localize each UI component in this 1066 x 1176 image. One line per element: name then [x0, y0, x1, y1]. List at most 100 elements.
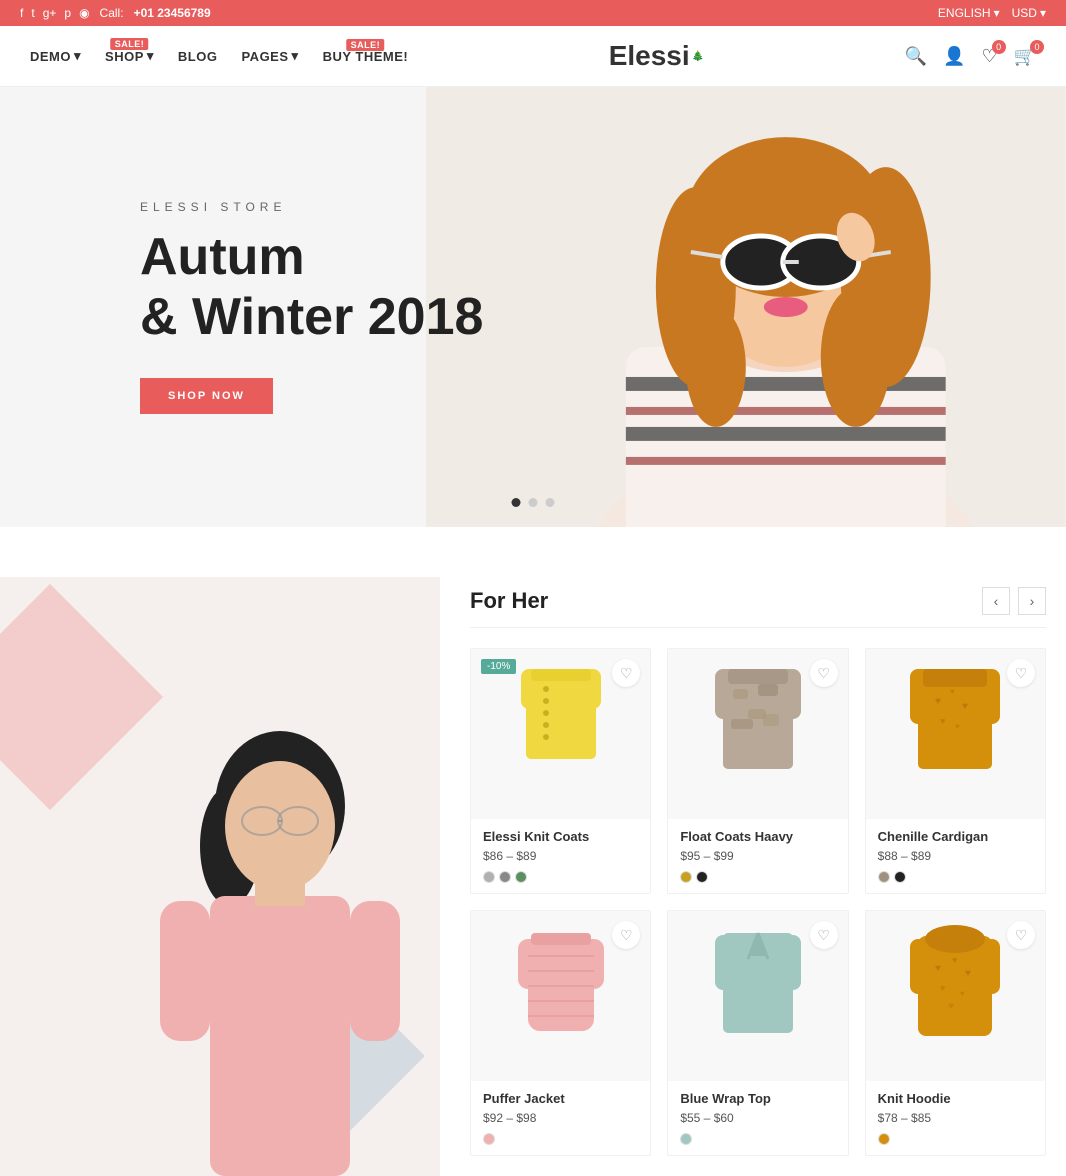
color-swatches-2	[680, 871, 835, 883]
user-icon[interactable]: 👤	[943, 46, 965, 67]
pinterest-icon[interactable]: p	[64, 6, 71, 20]
swatch[interactable]	[878, 871, 890, 883]
product-info-2: Float Coats Haavy $95 – $99	[668, 819, 847, 893]
product-price-6: $78 – $85	[878, 1111, 1033, 1125]
swatch[interactable]	[499, 871, 511, 883]
next-arrow[interactable]: ›	[1018, 587, 1046, 615]
color-swatches-6	[878, 1133, 1033, 1145]
prev-arrow[interactable]: ‹	[982, 587, 1010, 615]
swatch[interactable]	[483, 871, 495, 883]
svg-text:♥: ♥	[935, 963, 941, 974]
cart-count: 0	[1030, 40, 1044, 54]
product-image-5: ♡	[668, 911, 847, 1081]
product-name-1: Elessi Knit Coats	[483, 829, 638, 844]
wishlist-btn-6[interactable]: ♡	[1007, 921, 1035, 949]
product-info-1: Elessi Knit Coats $86 – $89	[471, 819, 650, 893]
product-card-3[interactable]: ♡ ♥ ♥ ♥ ♥ ♥ Chenille Card	[865, 648, 1046, 894]
buy-sale-badge: SALE!	[347, 39, 385, 51]
swatch[interactable]	[680, 1133, 692, 1145]
color-swatches-5	[680, 1133, 835, 1145]
product-price-4: $92 – $98	[483, 1111, 638, 1125]
twitter-icon[interactable]: t	[31, 6, 34, 20]
panel-header: For Her ‹ ›	[470, 587, 1046, 628]
svg-text:♥: ♥	[965, 968, 971, 979]
product-price-2: $95 – $99	[680, 849, 835, 863]
svg-text:♥: ♥	[955, 722, 960, 731]
language-selector[interactable]: ENGLISH ▾	[938, 6, 1000, 20]
nav-item-shop[interactable]: SALE! SHOP ▾	[105, 48, 154, 64]
product-image-6: ♡ ♥ ♥ ♥ ♥ ♥ ♥	[866, 911, 1045, 1081]
nav-item-blog[interactable]: BLOG	[178, 49, 218, 64]
color-swatches-4	[483, 1133, 638, 1145]
top-bar: f t g+ p ◉ Call: +01 23456789 ENGLISH ▾ …	[0, 0, 1066, 26]
dot-1[interactable]	[512, 498, 521, 507]
svg-text:♥: ♥	[952, 955, 957, 965]
nav-item-demo[interactable]: DEMO ▾	[30, 48, 81, 64]
product-info-4: Puffer Jacket $92 – $98	[471, 1081, 650, 1155]
section-gap	[0, 527, 1066, 577]
hero-subtitle: ELESSI STORE	[140, 200, 1066, 214]
product-card-6[interactable]: ♡ ♥ ♥ ♥ ♥ ♥ ♥	[865, 910, 1046, 1156]
search-icon[interactable]: 🔍	[905, 46, 927, 67]
wishlist-icon[interactable]: ♡ 0	[981, 46, 997, 67]
swatch[interactable]	[696, 871, 708, 883]
social-icons: f t g+ p ◉	[20, 6, 90, 20]
swatch[interactable]	[515, 871, 527, 883]
color-swatches-3	[878, 871, 1033, 883]
phone-number[interactable]: +01 23456789	[134, 6, 211, 20]
product-price-5: $55 – $60	[680, 1111, 835, 1125]
wishlist-btn-1[interactable]: ♡	[612, 659, 640, 687]
dot-3[interactable]	[546, 498, 555, 507]
svg-text:♥: ♥	[960, 989, 965, 998]
swatch[interactable]	[483, 1133, 495, 1145]
product-image-1: -10% ♡	[471, 649, 650, 819]
swatch[interactable]	[878, 1133, 890, 1145]
nav-right: 🔍 👤 ♡ 0 🛒 0	[905, 46, 1036, 67]
product-card-1[interactable]: -10% ♡ Elessi Knit Coat	[470, 648, 651, 894]
product-card-5[interactable]: ♡ Blue Wrap Top $55 – $60	[667, 910, 848, 1156]
hero-slider: ELESSI STORE Autum & Winter 2018 SHOP NO…	[0, 87, 1066, 527]
currency-chevron-icon: ▾	[1040, 6, 1046, 20]
product-image-2: ♡	[668, 649, 847, 819]
dot-2[interactable]	[529, 498, 538, 507]
facebook-icon[interactable]: f	[20, 6, 23, 20]
product-info-6: Knit Hoodie $78 – $85	[866, 1081, 1045, 1155]
product-image-4: ♡	[471, 911, 650, 1081]
lang-currency: ENGLISH ▾ USD ▾	[938, 6, 1046, 20]
product-name-5: Blue Wrap Top	[680, 1091, 835, 1106]
gplus-icon[interactable]: g+	[43, 6, 57, 20]
hero-title: Autum & Winter 2018	[140, 228, 1066, 348]
logo-text: Elessi	[609, 40, 690, 72]
wishlist-count: 0	[992, 40, 1006, 54]
promo-illustration	[130, 726, 430, 1176]
wishlist-btn-4[interactable]: ♡	[612, 921, 640, 949]
product-card-2[interactable]: ♡ Float Coats Haavy	[667, 648, 848, 894]
wishlist-btn-3[interactable]: ♡	[1007, 659, 1035, 687]
color-swatches-1	[483, 871, 638, 883]
svg-text:♥: ♥	[940, 716, 945, 726]
product-name-3: Chenille Cardigan	[878, 829, 1033, 844]
swatch[interactable]	[680, 871, 692, 883]
lang-chevron-icon: ▾	[994, 6, 1000, 20]
nav-item-buy-theme[interactable]: SALE! BUY THEME!	[323, 49, 409, 64]
svg-text:♥: ♥	[948, 1001, 954, 1012]
shop-now-button[interactable]: SHOP NOW	[140, 378, 273, 414]
swatch[interactable]	[894, 871, 906, 883]
instagram-icon[interactable]: ◉	[79, 6, 89, 20]
product-card-4[interactable]: ♡ Puffer Jacket	[470, 910, 651, 1156]
wishlist-btn-5[interactable]: ♡	[810, 921, 838, 949]
top-bar-right: ENGLISH ▾ USD ▾	[938, 6, 1046, 20]
logo[interactable]: Elessi 🎄	[609, 40, 704, 72]
currency-selector[interactable]: USD ▾	[1012, 6, 1046, 20]
promo-person	[130, 726, 430, 1176]
shop-chevron-icon: ▾	[147, 48, 154, 64]
cart-icon[interactable]: 🛒 0	[1014, 46, 1036, 67]
wishlist-btn-2[interactable]: ♡	[810, 659, 838, 687]
svg-text:♥: ♥	[962, 701, 968, 712]
demo-chevron-icon: ▾	[74, 48, 81, 64]
product-name-4: Puffer Jacket	[483, 1091, 638, 1106]
nav-item-pages[interactable]: PAGES ▾	[241, 48, 298, 64]
products-section: For Her ‹ › -10% ♡	[0, 577, 1066, 1176]
product-info-5: Blue Wrap Top $55 – $60	[668, 1081, 847, 1155]
nav-arrows: ‹ ›	[982, 587, 1046, 615]
